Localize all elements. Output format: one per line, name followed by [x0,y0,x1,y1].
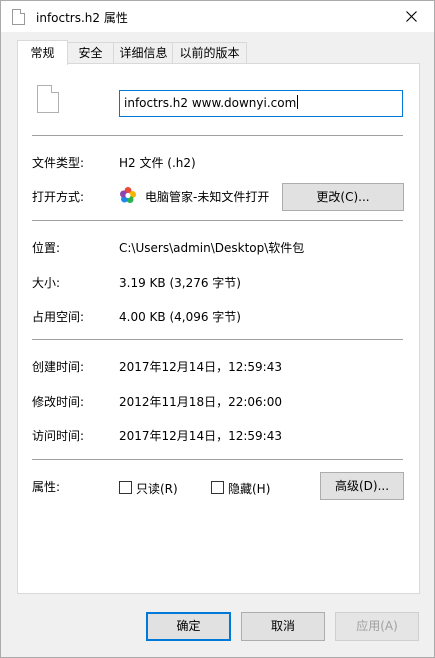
ok-button[interactable]: 确定 [146,612,231,641]
open-with-label: 打开方式: [32,190,85,204]
created-label: 创建时间: [32,360,85,374]
separator [32,135,403,136]
accessed-label: 访问时间: [32,429,85,443]
separator [32,220,403,221]
file-name-text: infoctrs.h2 www.downyi.com [124,96,297,110]
readonly-checkbox[interactable] [119,481,132,494]
size-label: 大小: [32,276,61,290]
tab-previous-versions[interactable]: 以前的版本 [172,42,247,64]
modified-value: 2012年11月18日，22:06:00 [119,395,282,409]
readonly-label[interactable]: 只读(R) [136,480,178,497]
created-value: 2017年12月14日，12:59:43 [119,360,282,374]
size-value: 3.19 KB (3,276 字节) [119,276,241,290]
close-button[interactable] [388,1,434,32]
location-value: C:\Users\admin\Desktop\软件包 [119,241,305,255]
close-icon [405,11,417,22]
title-bar: infoctrs.h2 属性 [1,1,434,32]
accessed-value: 2017年12月14日，12:59:43 [119,429,282,443]
cancel-button[interactable]: 取消 [241,612,325,641]
text-caret [297,95,299,109]
disk-size-value: 4.00 KB (4,096 字节) [119,310,241,324]
tab-security[interactable]: 安全 [66,42,115,64]
general-panel: infoctrs.h2 www.downyi.com 文件类型: H2 文件 (… [17,63,420,594]
hidden-checkbox[interactable] [211,481,224,494]
app-icon [120,187,136,203]
file-type-icon [37,85,59,113]
tab-general[interactable]: 常规 [17,40,68,65]
properties-dialog: infoctrs.h2 属性 常规 安全 详细信息 以前的版本 infoctrs… [0,0,435,658]
file-type-value: H2 文件 (.h2) [119,156,196,170]
separator [32,459,403,460]
file-icon [12,9,25,25]
hidden-label[interactable]: 隐藏(H) [228,480,270,497]
tab-details[interactable]: 详细信息 [113,42,174,64]
file-type-label: 文件类型: [32,156,85,170]
separator [32,339,403,340]
open-with-value: 电脑管家-未知文件打开 [145,190,270,204]
disk-size-label: 占用空间: [32,310,85,324]
apply-button[interactable]: 应用(A) [335,612,419,641]
change-button[interactable]: 更改(C)... [282,183,404,211]
file-name-input[interactable]: infoctrs.h2 www.downyi.com [119,90,403,117]
window-title: infoctrs.h2 属性 [36,11,128,25]
modified-label: 修改时间: [32,395,85,409]
advanced-button[interactable]: 高级(D)... [320,472,404,500]
location-label: 位置: [32,241,61,255]
attributes-label: 属性: [32,480,61,494]
